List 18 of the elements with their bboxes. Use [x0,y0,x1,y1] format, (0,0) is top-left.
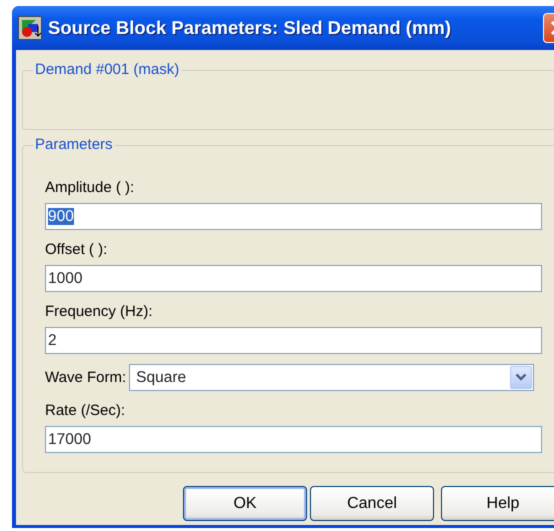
input-field[interactable]: 900 [45,203,542,230]
dialog-button[interactable]: Help [441,486,554,521]
dialog-button[interactable]: OK [183,486,307,521]
dropdown-field[interactable]: Square [129,364,534,391]
field-label: Wave Form: [45,369,126,386]
dropdown-button[interactable] [510,366,532,389]
field-label: Rate (/Sec): [45,402,126,419]
group-title: Demand #001 (mask) [33,61,182,79]
input-field[interactable]: 1000 [45,265,542,292]
field-label: Offset ( ): [45,241,108,258]
dialog-button[interactable]: Cancel [310,486,434,521]
field-label: Frequency (Hz): [45,303,153,320]
chevron-down-icon [515,373,528,382]
input-field[interactable]: 17000 [45,426,542,453]
window-title: Source Block Parameters: Sled Demand (mm) [48,16,452,40]
input-field[interactable]: 2 [45,327,542,354]
block-icon [18,16,42,40]
field-label: Amplitude ( ): [45,179,134,196]
